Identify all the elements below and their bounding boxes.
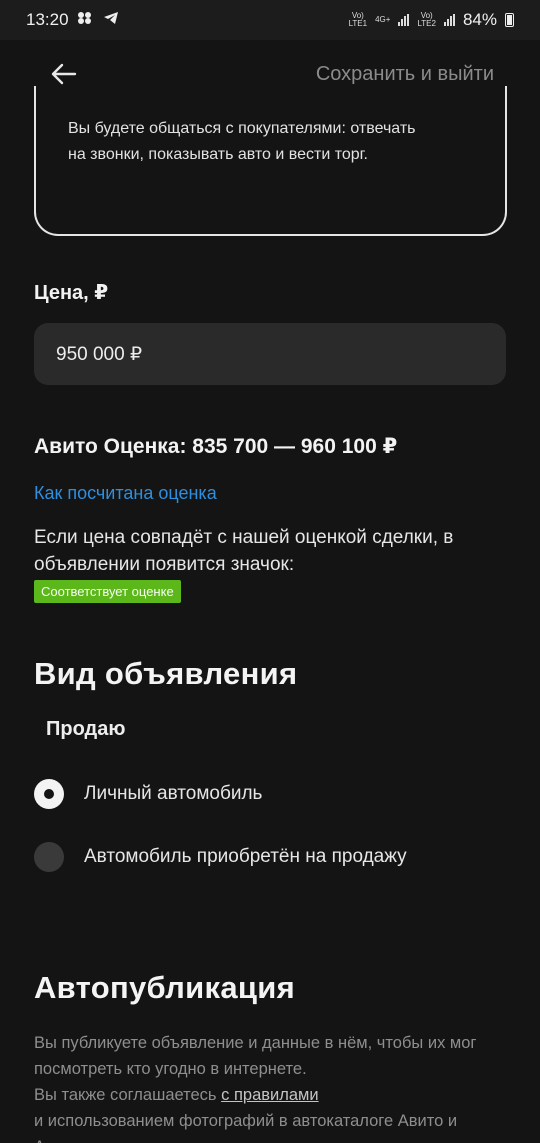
legal-text-3: и использованием фотографий в автокатало…	[34, 1112, 458, 1143]
legal-text-1: Вы публикуете объявление и данные в нём,…	[34, 1034, 477, 1078]
radio-selected-icon[interactable]	[34, 779, 64, 809]
radio-label: Личный автомобиль	[84, 783, 263, 804]
radio-label: Автомобиль приобретён на продажу	[84, 846, 407, 867]
sim1-indicator: Vo) LTE1	[348, 11, 368, 28]
listing-type-heading: Вид объявления	[34, 656, 298, 691]
battery-icon	[505, 13, 514, 27]
signal-1-icon	[398, 14, 410, 26]
save-and-exit-button[interactable]: Сохранить и выйти	[316, 63, 494, 86]
network-type: 4G+	[375, 15, 391, 24]
price-label: Цена, ₽	[34, 282, 109, 304]
estimate-match-badge: Соответствует оценке	[34, 580, 181, 603]
contact-info-text: Вы будете общаться с покупателями: отвеч…	[68, 120, 416, 163]
listing-type-subtitle: Продаю	[46, 718, 126, 740]
status-right: Vo) LTE1 4G+ Vo) LTE2 84%	[349, 10, 514, 30]
app-notification-icon	[77, 10, 95, 30]
sim2-indicator: Vo) LTE2	[417, 11, 436, 28]
radio-personal-car[interactable]: Личный автомобиль	[34, 776, 262, 812]
price-input[interactable]: 950 000 ₽	[34, 323, 506, 385]
signal-2-icon	[443, 14, 455, 26]
estimate-note: Если цена совпадёт с нашей оценкой сделк…	[34, 527, 454, 575]
radio-car-for-resale[interactable]: Автомобиль приобретён на продажу	[34, 839, 407, 875]
clock: 13:20	[26, 10, 69, 29]
estimate-explanation-link[interactable]: Как посчитана оценка	[34, 483, 217, 504]
avito-estimate: Авито Оценка: 835 700 — 960 100 ₽	[34, 435, 398, 458]
status-left: 13:20	[26, 10, 119, 30]
telegram-icon	[103, 10, 119, 30]
legal-text-2: Вы также соглашаетесь	[34, 1086, 217, 1104]
contact-info-card: Вы будете общаться с покупателями: отвеч…	[34, 86, 507, 236]
status-bar: 13:20 Vo) LTE1 4G+ Vo) LTE2 84%	[0, 0, 540, 40]
arrow-left-icon	[51, 63, 77, 85]
autopublish-legal-text: Вы публикуете объявление и данные в нём,…	[34, 1030, 514, 1143]
autopublish-heading: Автопубликация	[34, 970, 295, 1005]
battery-percent: 84%	[462, 10, 497, 29]
rules-link[interactable]: с правилами	[221, 1086, 318, 1104]
radio-unselected-icon[interactable]	[34, 842, 64, 872]
